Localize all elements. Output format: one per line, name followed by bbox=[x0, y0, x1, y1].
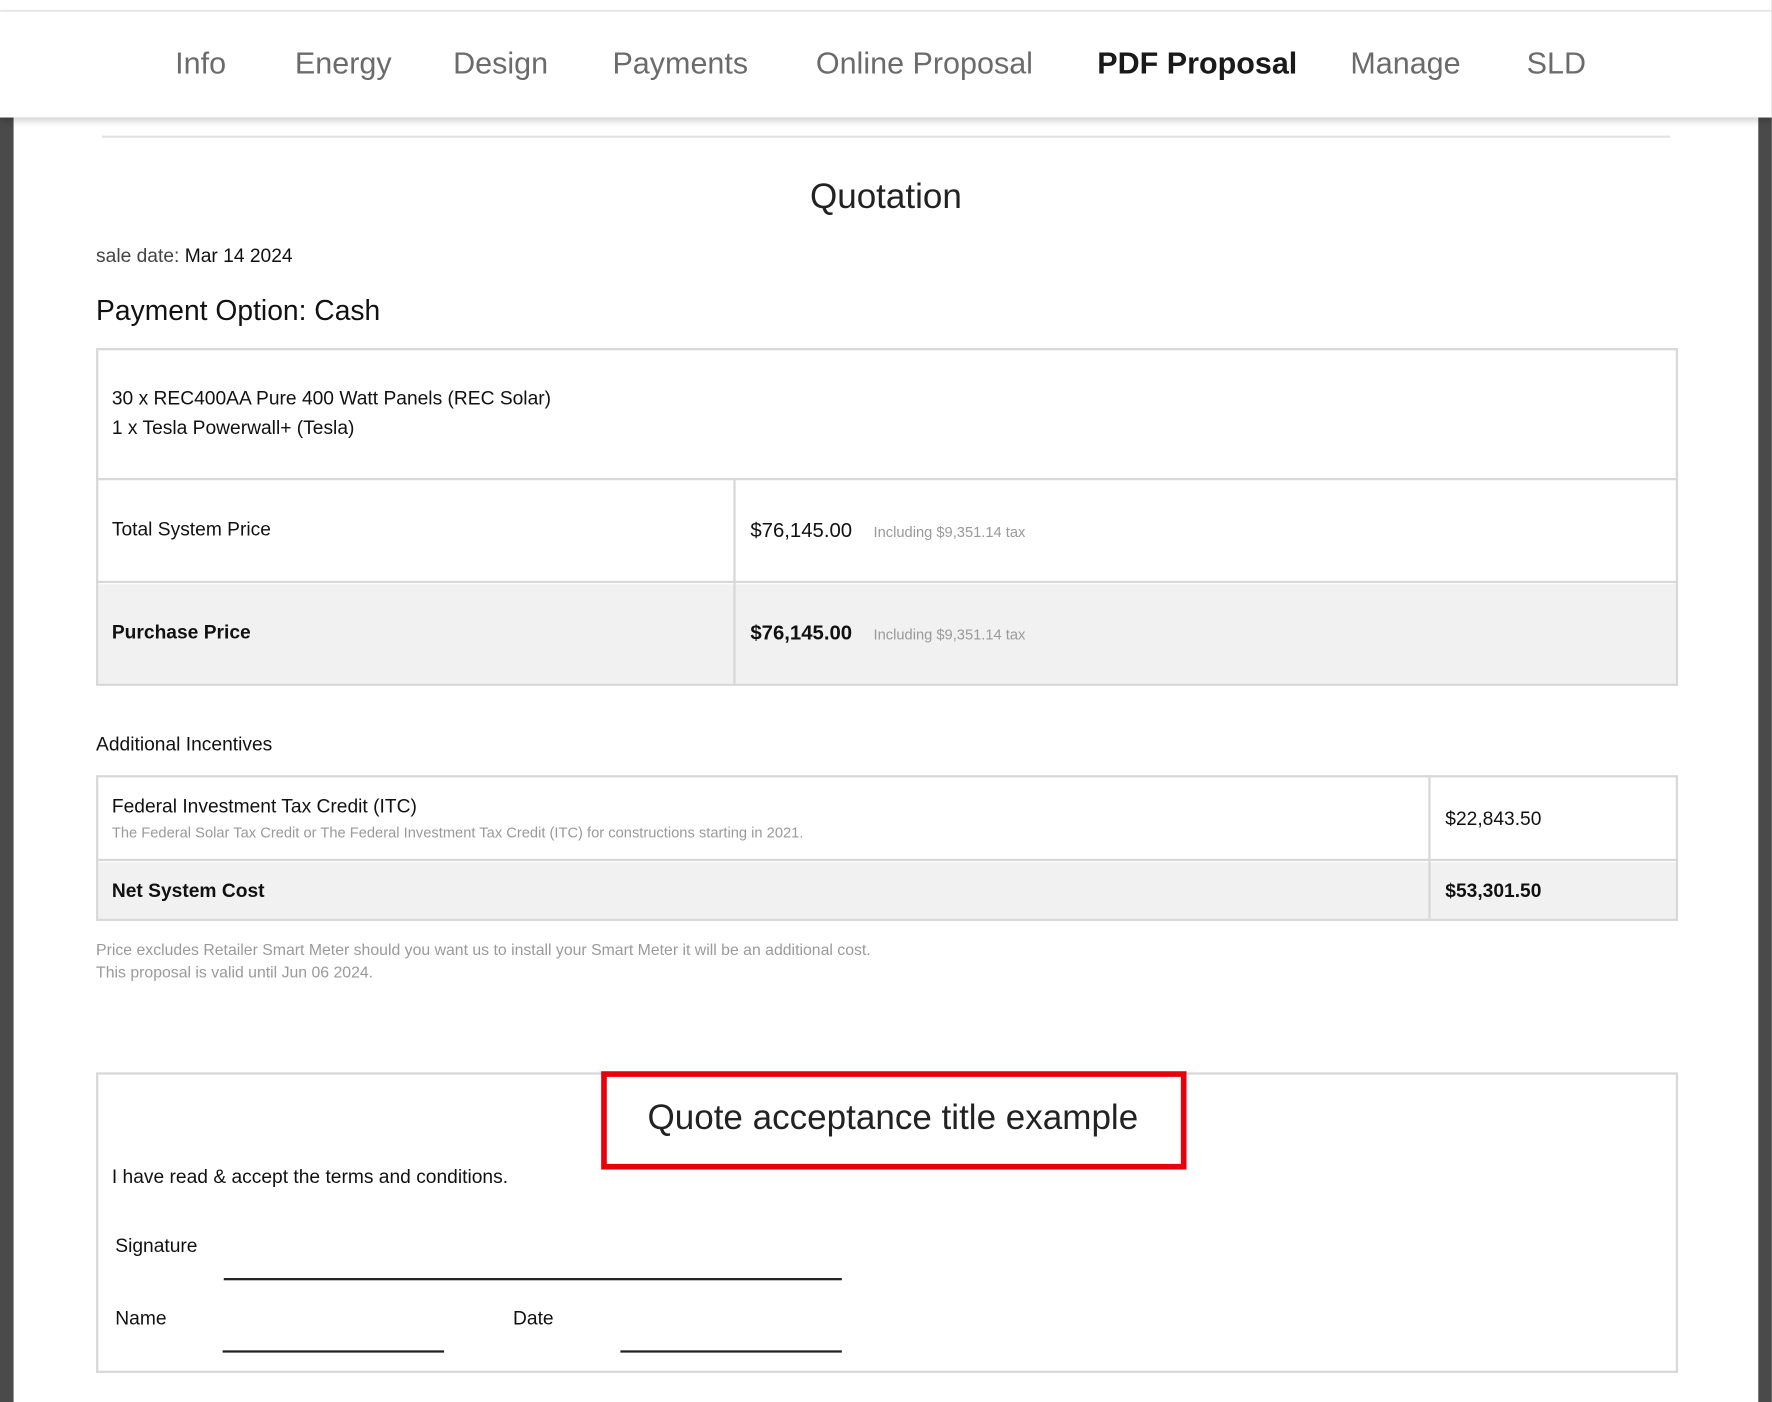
total-system-price-value: $76,145.00 bbox=[750, 518, 853, 542]
purchase-price-value: $76,145.00 bbox=[750, 621, 853, 645]
page-divider bbox=[101, 135, 1671, 138]
purchase-price-tax-note: Including $9,351.14 tax bbox=[873, 626, 1026, 643]
table-divider bbox=[96, 858, 1679, 862]
date-line[interactable] bbox=[620, 1350, 842, 1353]
total-system-price-tax-note: Including $9,351.14 tax bbox=[873, 523, 1026, 541]
sale-date-label: sale date: bbox=[96, 245, 180, 267]
table-column-divider bbox=[733, 477, 736, 686]
date-label: Date bbox=[513, 1307, 554, 1329]
table-column-divider bbox=[1428, 775, 1431, 921]
acceptance-terms: I have read & accept the terms and condi… bbox=[111, 1166, 509, 1188]
purchase-price-label: Purchase Price bbox=[111, 621, 251, 643]
table-divider bbox=[96, 580, 1679, 584]
quotation-title: Quotation bbox=[809, 176, 962, 216]
tab-online-proposal[interactable]: Online Proposal bbox=[816, 46, 1033, 81]
sale-date: sale date: Mar 14 2024 bbox=[96, 245, 293, 268]
incentives-heading: Additional Incentives bbox=[96, 733, 273, 755]
tab-payments[interactable]: Payments bbox=[612, 46, 748, 81]
payment-option-heading: Payment Option: Cash bbox=[96, 294, 381, 327]
pdf-proposal-page: Quotation sale date: Mar 14 2024 Payment… bbox=[13, 117, 1759, 1402]
tab-energy[interactable]: Energy bbox=[295, 46, 392, 81]
price-note: Price excludes Retailer Smart Meter shou… bbox=[96, 940, 871, 959]
system-line: 30 x REC400AA Pure 400 Watt Panels (REC … bbox=[111, 387, 552, 410]
sale-date-value: Mar 14 2024 bbox=[184, 245, 293, 267]
acceptance-title: Quote acceptance title example bbox=[647, 1097, 1139, 1137]
tab-sld[interactable]: SLD bbox=[1527, 46, 1586, 81]
total-system-price-label: Total System Price bbox=[111, 518, 271, 541]
name-line[interactable] bbox=[222, 1350, 445, 1353]
itc-description: The Federal Solar Tax Credit or The Fede… bbox=[111, 823, 804, 841]
system-line: 1 x Tesla Powerwall+ (Tesla) bbox=[111, 416, 355, 439]
tab-info[interactable]: Info bbox=[175, 46, 226, 81]
name-label: Name bbox=[115, 1307, 167, 1329]
net-system-cost-value: $53,301.50 bbox=[1445, 880, 1542, 902]
tab-manage[interactable]: Manage bbox=[1350, 46, 1460, 81]
tab-pdf-proposal[interactable]: PDF Proposal bbox=[1097, 46, 1297, 81]
net-system-cost-label: Net System Cost bbox=[111, 880, 265, 902]
table-divider bbox=[96, 477, 1679, 481]
validity-note: This proposal is valid until Jun 06 2024… bbox=[96, 962, 374, 981]
signature-line[interactable] bbox=[223, 1278, 842, 1281]
tab-design[interactable]: Design bbox=[453, 46, 548, 81]
tab-bar: Info Energy Design Payments Online Propo… bbox=[0, 11, 1772, 118]
signature-label: Signature bbox=[115, 1235, 198, 1257]
itc-value: $22,843.50 bbox=[1445, 807, 1542, 830]
browser-top-edge bbox=[0, 0, 1772, 12]
itc-label: Federal Investment Tax Credit (ITC) bbox=[111, 795, 417, 817]
